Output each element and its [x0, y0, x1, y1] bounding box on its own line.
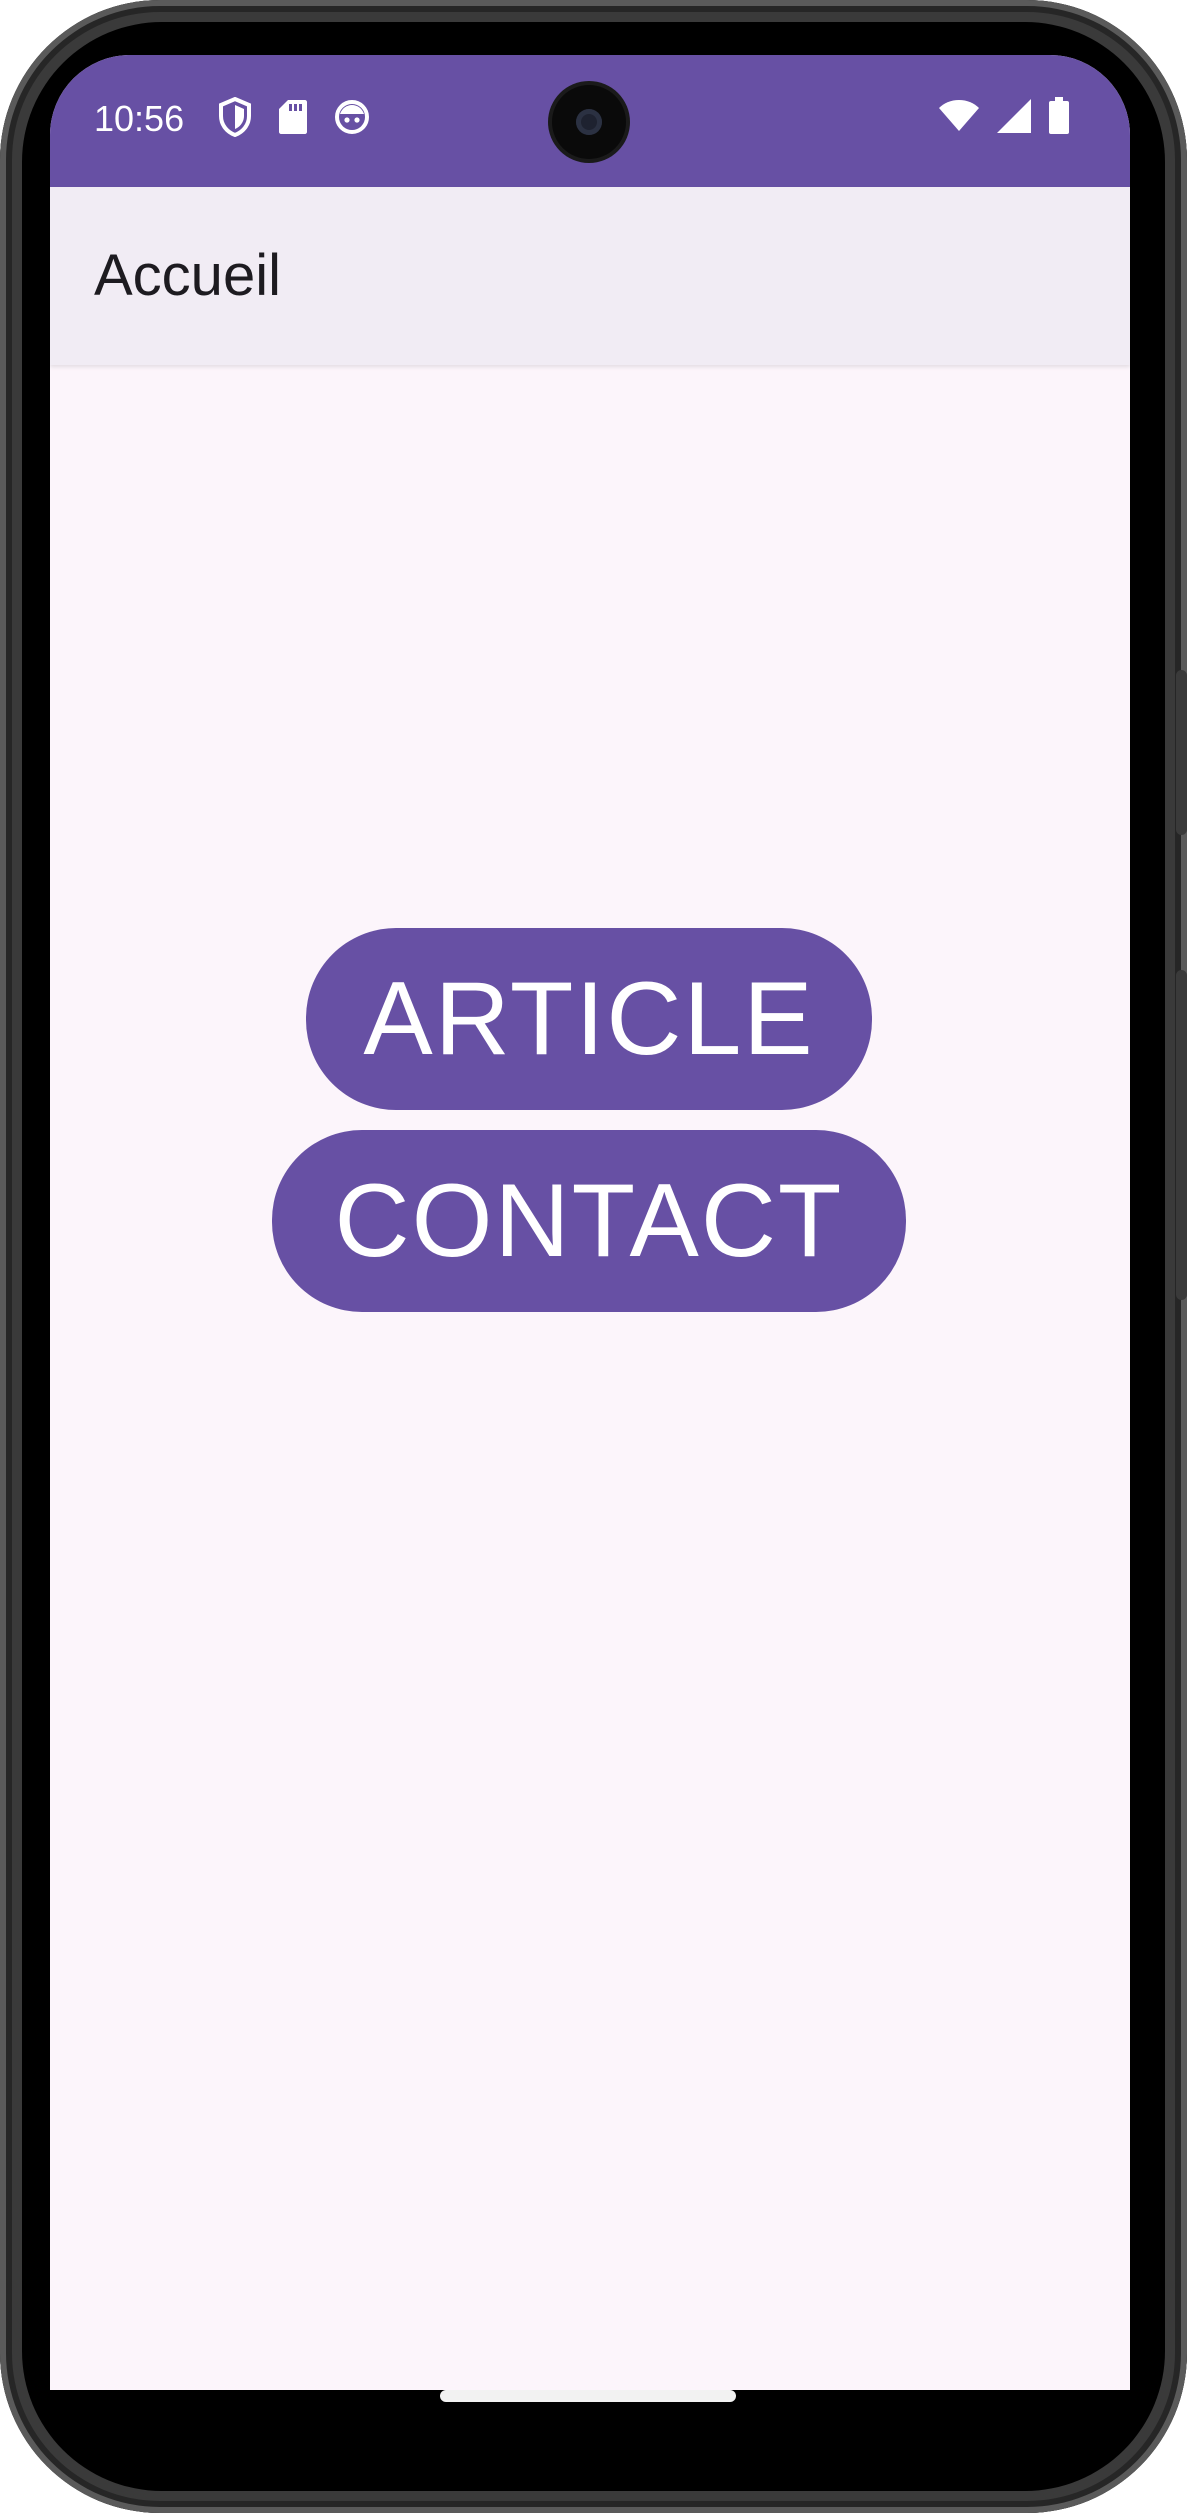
status-icons-left: [218, 96, 370, 142]
front-camera: [552, 85, 626, 159]
sd-card-icon: [278, 99, 308, 140]
shield-icon: [218, 96, 252, 142]
android-face-icon: [334, 99, 370, 140]
contact-button[interactable]: CONTACT: [272, 1130, 906, 1312]
gesture-nav-handle[interactable]: [440, 2390, 736, 2402]
wifi-icon: [938, 99, 980, 138]
status-icons-right: [938, 97, 1070, 140]
signal-icon: [996, 98, 1032, 139]
status-time: 10:56: [94, 98, 185, 139]
screen: 10:56 Accueil ARTICLE CONTACT: [50, 55, 1130, 2390]
main-content: [50, 365, 1130, 2390]
phone-frame: 10:56 Accueil ARTICLE CONTACT: [0, 0, 1187, 2513]
page-title: Accueil: [94, 243, 281, 308]
volume-button: [1176, 970, 1187, 1300]
top-app-bar: Accueil: [50, 187, 1130, 365]
power-button: [1176, 670, 1187, 835]
status-bar: 10:56: [50, 55, 1130, 187]
article-button[interactable]: ARTICLE: [306, 928, 872, 1110]
battery-icon: [1048, 97, 1070, 140]
